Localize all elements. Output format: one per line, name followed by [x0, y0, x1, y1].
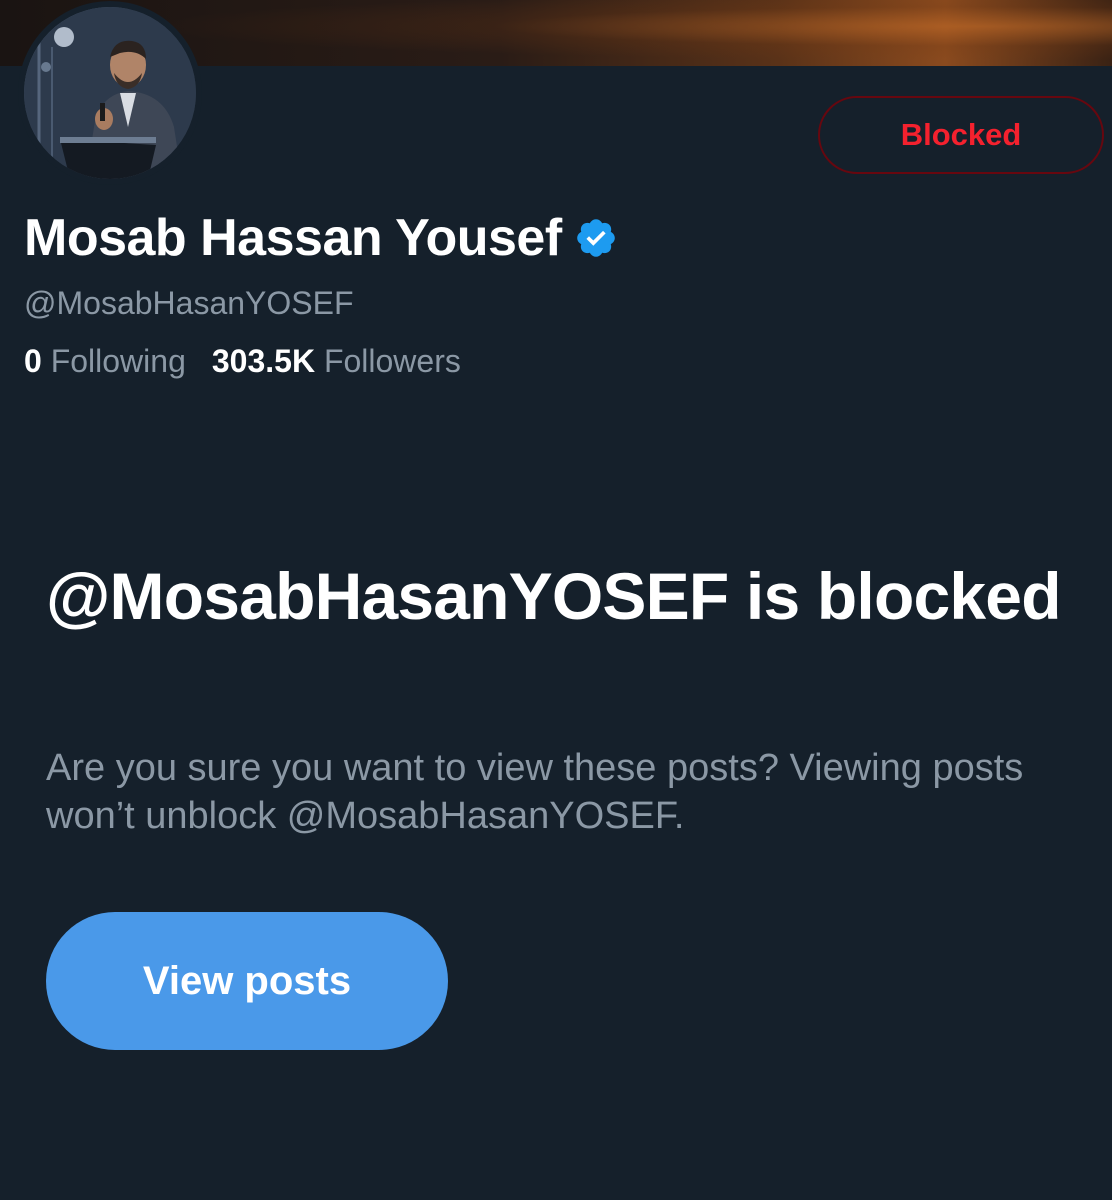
followers-label: Followers [323, 343, 461, 379]
profile-stats: 0 Following 303.5K Followers [24, 343, 461, 380]
blocked-button-label: Blocked [900, 117, 1022, 152]
following-count: 0 [24, 343, 42, 379]
following-link[interactable]: 0 Following [24, 343, 186, 380]
blocked-button[interactable]: Blocked [818, 96, 1104, 174]
avatar-image [24, 7, 196, 179]
avatar[interactable] [18, 1, 202, 185]
verified-badge-icon[interactable] [574, 216, 618, 260]
following-label: Following [50, 343, 186, 379]
view-posts-button[interactable]: View posts [46, 912, 448, 1050]
blocked-notice-description: Are you sure you want to view these post… [46, 747, 1024, 837]
avatar-photo [24, 7, 196, 179]
view-posts-label: View posts [142, 958, 352, 1003]
profile-handle: @MosabHasanYOSEF [24, 285, 354, 321]
display-name: Mosab Hassan Yousef [24, 209, 562, 267]
blocked-notice-title: @MosabHasanYOSEF is blocked [46, 559, 1062, 633]
followers-link[interactable]: 303.5K Followers [212, 343, 461, 380]
profile-name-row: Mosab Hassan Yousef [24, 208, 618, 268]
followers-count: 303.5K [211, 343, 316, 379]
